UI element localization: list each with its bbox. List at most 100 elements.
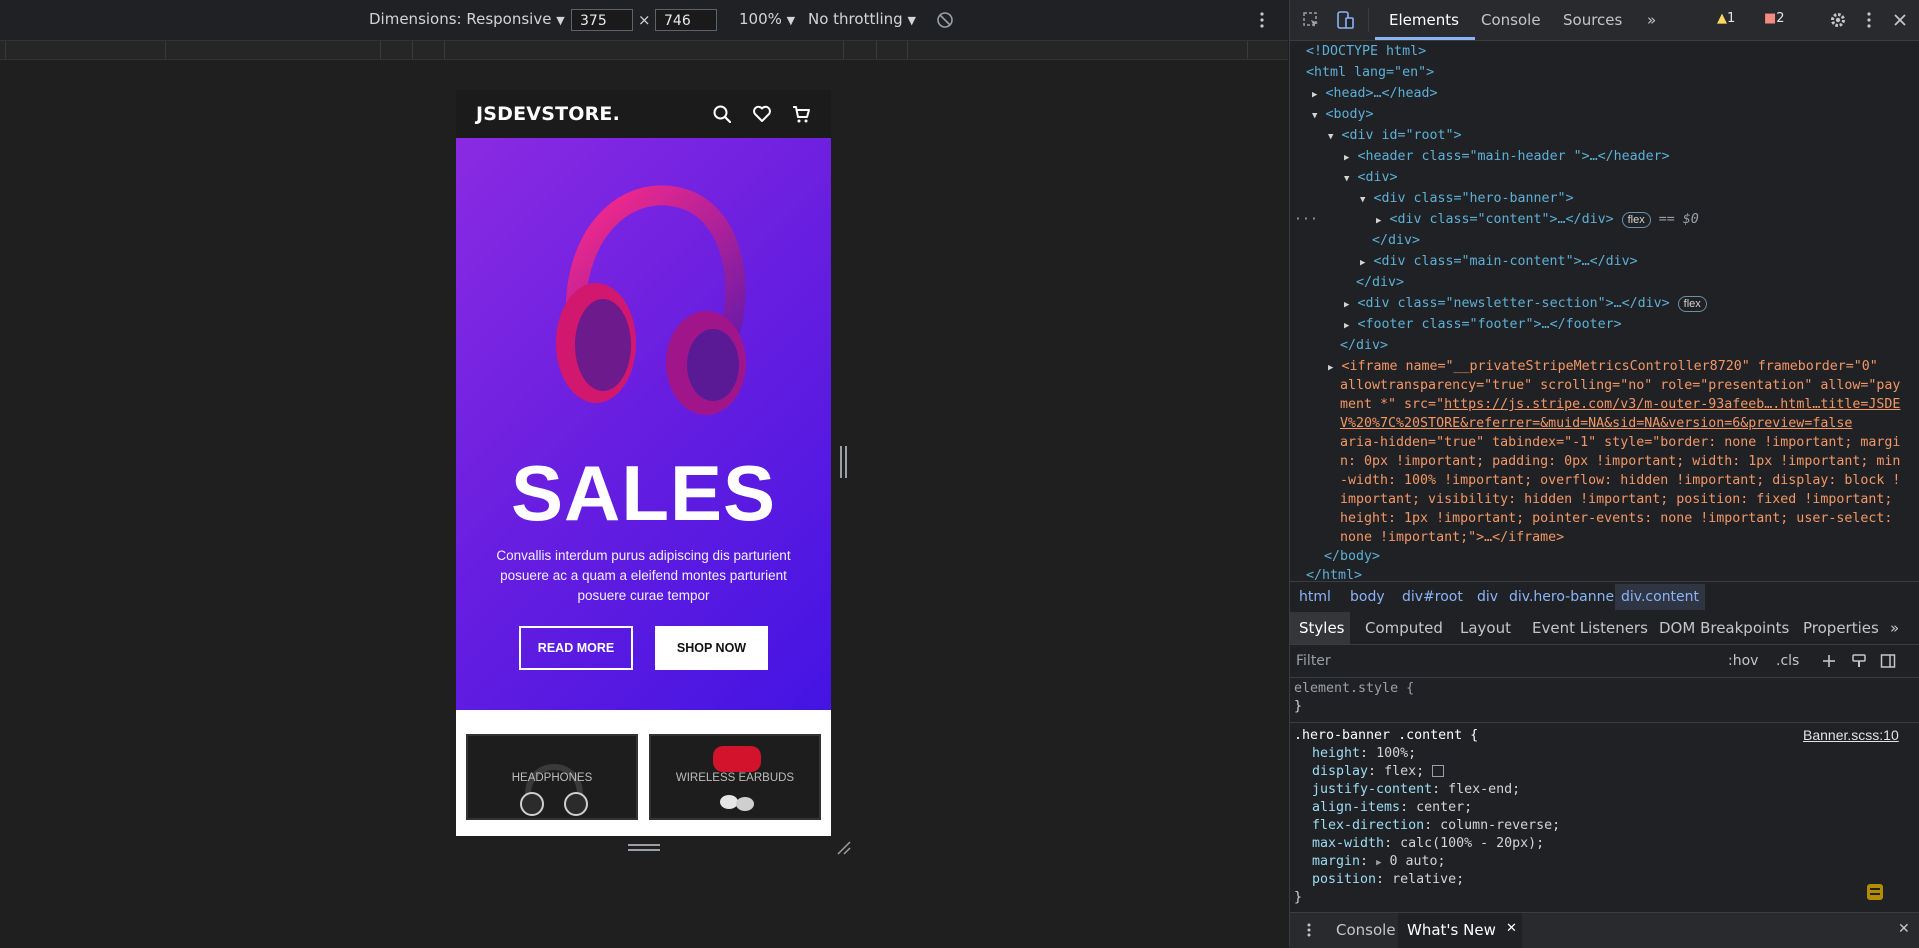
tab-console[interactable]: Console bbox=[1481, 11, 1541, 29]
breadcrumb-html[interactable]: html bbox=[1299, 589, 1331, 605]
property-name: position bbox=[1312, 872, 1377, 887]
rule-source-link[interactable]: Banner.scss:10 bbox=[1803, 727, 1899, 745]
declaration[interactable]: justify-content: flex-end; bbox=[1312, 781, 1520, 799]
drawer-tab-console[interactable]: Console bbox=[1336, 921, 1396, 939]
resize-handle-right[interactable] bbox=[840, 446, 847, 478]
search-icon[interactable] bbox=[711, 103, 733, 125]
ruler-segment bbox=[1247, 41, 1248, 59]
drag-handle-line[interactable] bbox=[628, 844, 660, 846]
property-name: flex-direction bbox=[1312, 818, 1425, 833]
declaration[interactable]: max-width: calc(100% - 20px); bbox=[1312, 835, 1544, 853]
flex-editor-icon[interactable] bbox=[1432, 765, 1445, 777]
more-tabs-button[interactable]: » bbox=[1890, 619, 1899, 637]
tab-event-listeners[interactable]: Event Listeners bbox=[1532, 619, 1648, 637]
ruler-segment bbox=[907, 41, 908, 59]
expand-triangle-icon: ▶ bbox=[1376, 216, 1382, 226]
rotate-icon[interactable] bbox=[936, 11, 954, 29]
toggle-sidebar-icon[interactable] bbox=[1880, 653, 1896, 669]
flex-badge[interactable]: flex bbox=[1621, 212, 1651, 228]
more-options-icon[interactable] bbox=[1258, 11, 1266, 29]
dom-node-doctype[interactable]: <!DOCTYPE html> bbox=[1306, 41, 1426, 62]
iframe-line: n: 0px !important; padding: 0px !importa… bbox=[1340, 454, 1901, 469]
dom-node-head[interactable]: ▶ <head>…</head> bbox=[1312, 83, 1438, 106]
close-tab-icon[interactable]: ✕ bbox=[1506, 921, 1517, 936]
iframe-src-link[interactable]: https://js.stripe.com/v3/m-outer-93afeeb… bbox=[1444, 397, 1900, 412]
rendering-badge-icon[interactable] bbox=[1866, 883, 1884, 901]
close-icon[interactable] bbox=[1893, 13, 1907, 27]
gear-icon[interactable] bbox=[1829, 11, 1847, 29]
declaration[interactable]: display: flex; bbox=[1312, 763, 1445, 781]
height-input[interactable]: 746 bbox=[655, 9, 717, 31]
breadcrumb-div-root[interactable]: div#root bbox=[1402, 589, 1463, 605]
declaration[interactable]: margin: ▶ 0 auto; bbox=[1312, 853, 1446, 873]
breadcrumb-body[interactable]: body bbox=[1350, 589, 1385, 605]
rule-close: } bbox=[1294, 890, 1303, 905]
tab-computed[interactable]: Computed bbox=[1365, 619, 1443, 637]
more-tabs-button[interactable]: » bbox=[1647, 11, 1656, 29]
drawer-menu-icon[interactable] bbox=[1306, 922, 1312, 938]
dom-node-hero-banner[interactable]: ▼ <div class="hero-banner"> bbox=[1360, 188, 1574, 211]
error-counter[interactable]: ■2 bbox=[1764, 11, 1785, 26]
iframe-line: aria-hidden="true" tabindex="-1" style="… bbox=[1340, 435, 1901, 450]
category-card-headphones[interactable]: HEADPHONES bbox=[466, 734, 638, 820]
tab-styles[interactable]: Styles bbox=[1299, 619, 1345, 637]
flex-badge[interactable]: flex bbox=[1677, 296, 1707, 312]
dom-node-div[interactable]: ▼ <div> bbox=[1344, 167, 1397, 190]
close-drawer-icon[interactable]: ✕ bbox=[1898, 921, 1910, 937]
tab-sources[interactable]: Sources bbox=[1563, 11, 1622, 29]
breadcrumb-div[interactable]: div bbox=[1477, 589, 1498, 605]
dom-node-body[interactable]: ▼ <body> bbox=[1312, 104, 1373, 127]
expand-triangle-icon[interactable]: ▶ bbox=[1376, 858, 1381, 868]
cart-icon[interactable] bbox=[790, 103, 812, 125]
category-card-wireless-earbuds[interactable]: WIRELESS EARBUDS bbox=[649, 734, 821, 820]
more-options-icon[interactable] bbox=[1865, 11, 1873, 29]
drawer-tab-whats-new[interactable]: What's New bbox=[1407, 921, 1496, 939]
declaration[interactable]: height: 100%; bbox=[1312, 745, 1416, 763]
tab-properties[interactable]: Properties bbox=[1803, 619, 1879, 637]
filter-input[interactable]: Filter bbox=[1296, 653, 1331, 669]
heart-icon[interactable] bbox=[751, 103, 773, 125]
warning-counter[interactable]: ▲1 bbox=[1717, 11, 1735, 26]
element-style-close: } bbox=[1294, 699, 1303, 714]
ellipsis-icon[interactable]: ··· bbox=[1294, 209, 1318, 230]
iframe-src-link[interactable]: V%20%7C%20STORE&referrer=&muid=NA&sid=NA… bbox=[1340, 413, 1852, 434]
ruler-segment bbox=[380, 41, 381, 59]
tab-dom-breakpoints[interactable]: DOM Breakpoints bbox=[1659, 619, 1789, 637]
header-text: <header class="main-header ">…</header> bbox=[1357, 149, 1670, 164]
dom-node-newsletter[interactable]: ▶ <div class="newsletter-section">…</div… bbox=[1344, 293, 1707, 316]
width-input[interactable]: 375 bbox=[571, 9, 633, 31]
read-more-button[interactable]: READ MORE bbox=[519, 626, 633, 670]
declaration[interactable]: align-items: center; bbox=[1312, 799, 1472, 817]
dimensions-dropdown[interactable]: Dimensions: Responsive ▼ bbox=[369, 10, 565, 28]
declaration[interactable]: position: relative; bbox=[1312, 871, 1464, 889]
device-toggle-icon[interactable] bbox=[1335, 10, 1355, 30]
paint-icon[interactable] bbox=[1851, 653, 1867, 669]
cls-button[interactable]: .cls bbox=[1776, 653, 1799, 669]
zoom-label: 100% bbox=[739, 10, 782, 28]
declaration[interactable]: flex-direction: column-reverse; bbox=[1312, 817, 1560, 835]
hero-banner-text: <div class="hero-banner"> bbox=[1373, 191, 1574, 206]
tab-layout[interactable]: Layout bbox=[1460, 619, 1511, 637]
rule-selector[interactable]: .hero-banner .content { bbox=[1294, 727, 1478, 745]
drag-handle-line[interactable] bbox=[628, 849, 660, 851]
hov-button[interactable]: :hov bbox=[1728, 653, 1758, 669]
dom-node-root[interactable]: ▼ <div id="root"> bbox=[1328, 125, 1462, 148]
dom-node-header[interactable]: ▶ <header class="main-header ">…</header… bbox=[1344, 146, 1670, 169]
device-footer bbox=[456, 836, 851, 860]
warning-count: 1 bbox=[1727, 11, 1736, 26]
add-rule-icon[interactable] bbox=[1822, 654, 1836, 668]
dom-node-html[interactable]: <html lang="en"> bbox=[1306, 62, 1434, 83]
dom-node-footer[interactable]: ▶ <footer class="footer">…</footer> bbox=[1344, 314, 1622, 337]
resize-corner-icon[interactable] bbox=[836, 840, 852, 856]
inspect-element-icon[interactable] bbox=[1302, 11, 1320, 29]
element-style-selector[interactable]: element.style { bbox=[1294, 680, 1414, 698]
shop-now-button[interactable]: SHOP NOW bbox=[655, 626, 768, 670]
breadcrumb-content[interactable]: div.content bbox=[1615, 584, 1706, 610]
dom-node-main-content[interactable]: ▶ <div class="main-content">…</div> bbox=[1360, 251, 1638, 274]
breadcrumb-hero-banner[interactable]: div.hero-banner bbox=[1509, 589, 1620, 605]
tab-elements[interactable]: Elements bbox=[1389, 11, 1459, 29]
zoom-dropdown[interactable]: 100% ▼ bbox=[739, 10, 795, 28]
expand-triangle-icon: ▶ bbox=[1328, 363, 1334, 373]
site-logo[interactable]: JSDEVSTORE. bbox=[476, 103, 620, 125]
throttling-dropdown[interactable]: No throttling ▼ bbox=[808, 10, 916, 28]
